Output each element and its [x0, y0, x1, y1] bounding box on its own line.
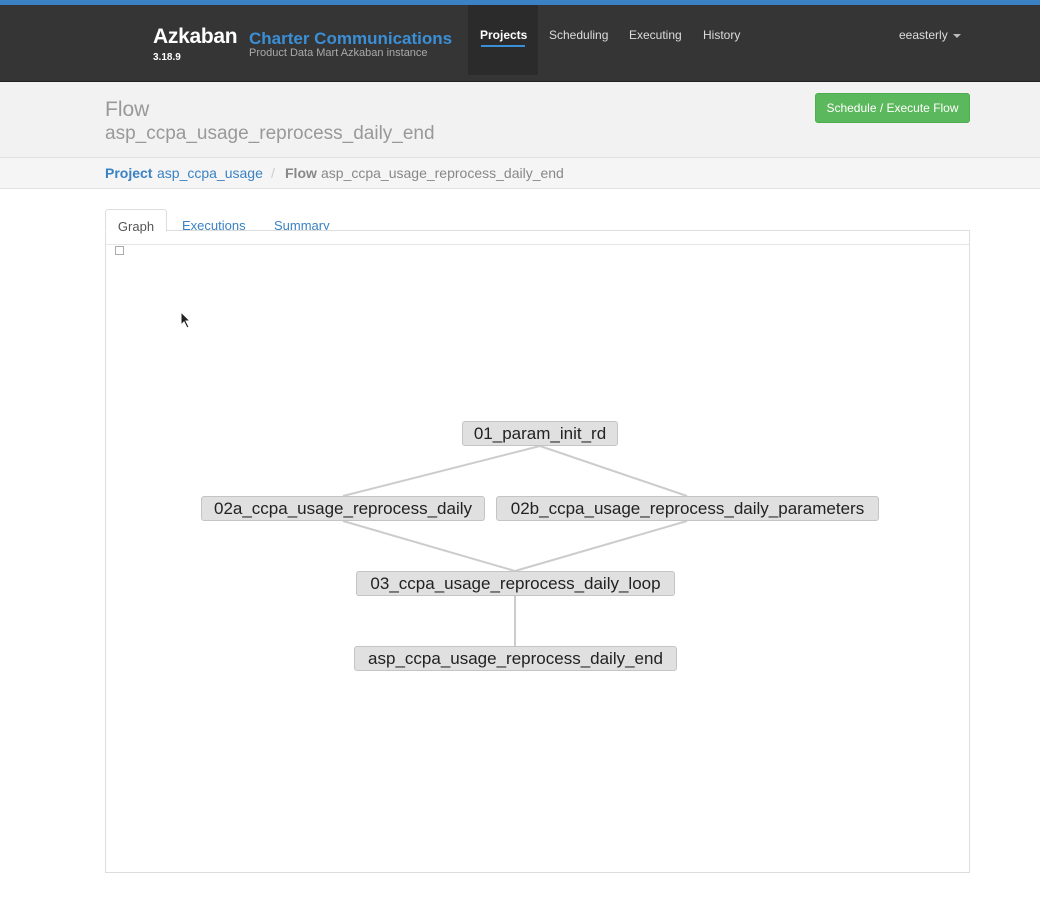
- graph-node[interactable]: 01_param_init_rd: [462, 421, 618, 446]
- edge-n1-n2a: [342, 445, 541, 497]
- edge-n2a-n3: [342, 520, 516, 572]
- graph-node[interactable]: 03_ccpa_usage_reprocess_daily_loop: [356, 571, 675, 596]
- graph-node[interactable]: asp_ccpa_usage_reprocess_daily_end: [354, 646, 677, 671]
- graph-node[interactable]: 02a_ccpa_usage_reprocess_daily: [201, 496, 485, 521]
- graph-node[interactable]: 02b_ccpa_usage_reprocess_daily_parameter…: [496, 496, 879, 521]
- edge-n1-n2b: [539, 445, 688, 497]
- tab-graph[interactable]: Graph: [105, 209, 167, 234]
- graph-edges: [342, 445, 688, 646]
- edge-n2b-n3: [514, 520, 688, 572]
- mouse-cursor-icon: [180, 311, 192, 329]
